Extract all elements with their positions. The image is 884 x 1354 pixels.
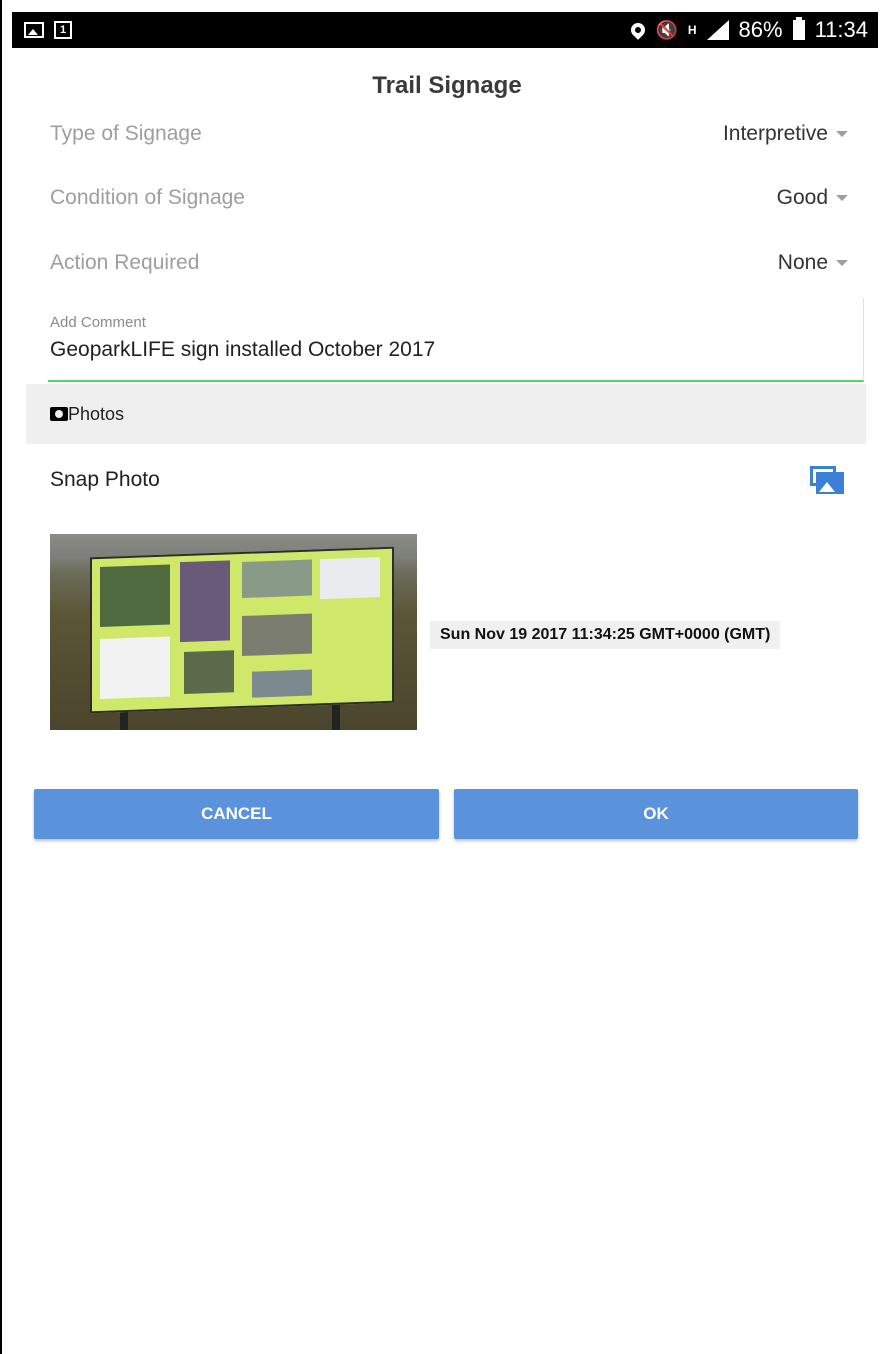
calendar-notification-icon: 1 <box>54 21 72 39</box>
action-required-row[interactable]: Action Required None <box>50 243 848 283</box>
status-bar-left: 1 <box>12 21 72 39</box>
clock: 11:34 <box>814 17 868 42</box>
condition-of-signage-value: Good <box>776 186 828 209</box>
snap-photo-row: Snap Photo <box>50 460 844 500</box>
condition-of-signage-row[interactable]: Condition of Signage Good <box>50 178 848 218</box>
comment-field[interactable]: Add Comment <box>48 298 864 382</box>
screen-border <box>0 0 2 1354</box>
sign-panel <box>184 650 234 695</box>
action-required-select[interactable]: None <box>778 251 848 275</box>
type-of-signage-row[interactable]: Type of Signage Interpretive <box>50 114 848 154</box>
signage-board-image <box>90 546 394 714</box>
signal-icon <box>706 20 729 40</box>
cancel-button[interactable]: CANCEL <box>34 789 439 839</box>
gallery-icon-front <box>816 472 844 494</box>
photo-timestamp: Sun Nov 19 2017 11:34:25 GMT+0000 (GMT) <box>430 621 781 649</box>
sign-panel <box>242 613 312 656</box>
chevron-down-icon <box>836 131 848 137</box>
sign-panel <box>242 559 312 598</box>
image-notification-icon <box>24 22 44 38</box>
location-icon <box>628 20 649 40</box>
ok-button[interactable]: OK <box>454 789 858 839</box>
sign-panel <box>252 669 312 698</box>
sign-panel <box>100 636 170 699</box>
action-required-label: Action Required <box>50 251 200 274</box>
status-bar-right: 🔇 H 86% 11:34 <box>628 17 878 43</box>
network-type-icon: H <box>687 22 697 37</box>
comment-input[interactable] <box>48 338 832 362</box>
battery-percent: 86% <box>738 17 783 42</box>
mute-icon: 🔇 <box>655 19 678 40</box>
type-of-signage-label: Type of Signage <box>50 122 202 145</box>
photos-section-label: Photos <box>68 403 125 424</box>
snap-photo-label: Snap Photo <box>50 468 160 491</box>
action-required-value: None <box>777 251 828 274</box>
comment-label: Add Comment <box>50 314 146 331</box>
sign-panel <box>320 557 380 600</box>
sign-panel <box>100 564 170 627</box>
page-title: Trail Signage <box>372 72 522 99</box>
battery-icon <box>792 17 805 40</box>
chevron-down-icon <box>836 260 848 266</box>
gallery-icon[interactable] <box>810 466 844 494</box>
photos-section-header: Photos <box>26 384 866 444</box>
condition-of-signage-label: Condition of Signage <box>50 186 245 209</box>
type-of-signage-value: Interpretive <box>722 122 828 145</box>
sign-post-right <box>332 702 340 730</box>
status-bar: 1 🔇 H 86% 11:34 <box>12 12 878 48</box>
type-of-signage-select[interactable]: Interpretive <box>723 122 848 146</box>
sign-panel <box>180 560 230 643</box>
camera-icon <box>50 407 68 421</box>
photo-thumbnail[interactable] <box>50 534 417 730</box>
condition-of-signage-select[interactable]: Good <box>777 186 848 210</box>
chevron-down-icon <box>836 195 848 201</box>
